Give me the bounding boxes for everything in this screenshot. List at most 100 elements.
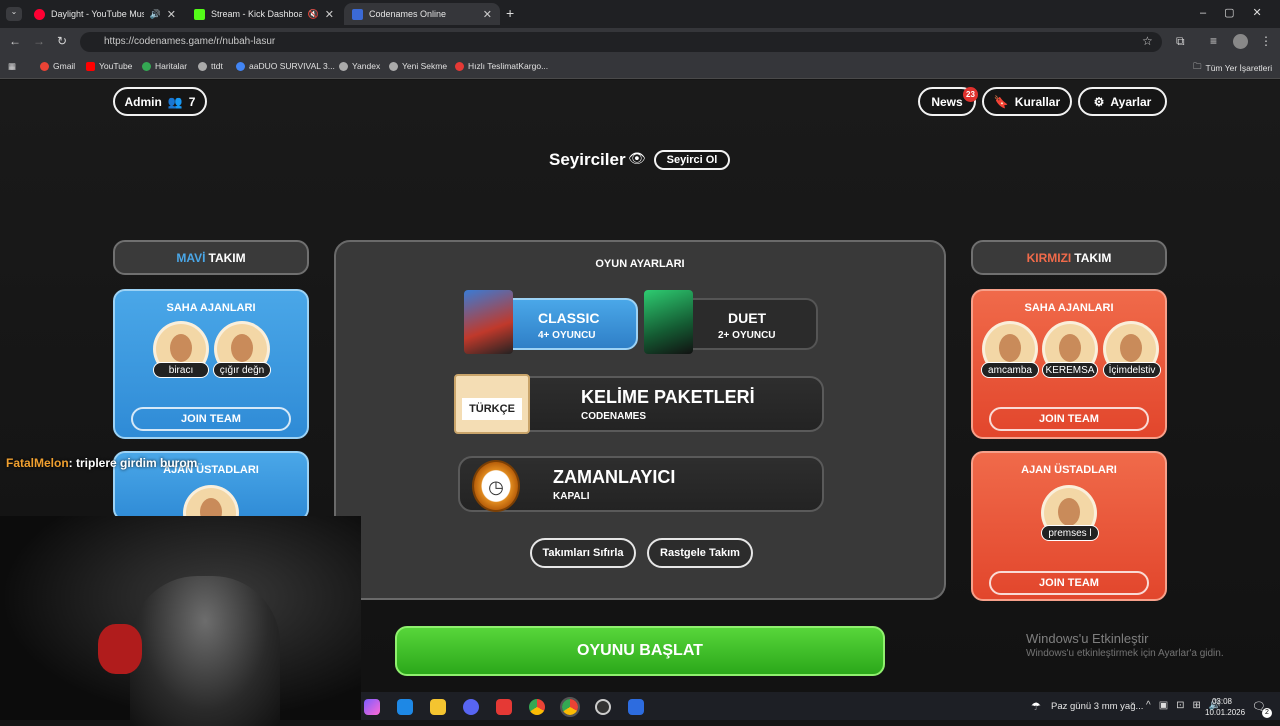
obs-icon[interactable] — [595, 699, 611, 715]
blue-field-agents-card: SAHA AJANLARI biracı çığır değn JOIN TEA… — [113, 289, 309, 439]
spectator-button-label: Seyirci Ol — [666, 154, 718, 166]
clock[interactable]: 03:08 10.01.2026 — [1205, 696, 1246, 718]
word-packs-button[interactable]: KELİME PAKETLERİ CODENAMES — [486, 376, 824, 432]
all-bookmarks[interactable]: 🗀 Tüm Yer İşaretleri — [1193, 61, 1272, 75]
spectators-title: Seyirciler — [549, 150, 626, 169]
game-settings-panel: OYUN AYARLARI CLASSIC 4+ OYUNCU DUET 2+ … — [334, 240, 946, 600]
forward-icon[interactable]: → — [33, 34, 45, 48]
mode-label: CLASSIC — [538, 310, 600, 326]
mail-icon[interactable] — [397, 699, 413, 715]
player-name: çığır değn — [213, 362, 271, 378]
app-icon[interactable] — [364, 699, 380, 715]
media-icon[interactable]: ≡ — [1210, 34, 1217, 48]
become-spectator-button[interactable]: Seyirci Ol — [654, 150, 730, 170]
app-icon[interactable] — [628, 699, 644, 715]
close-tab-icon[interactable]: ✕ — [483, 8, 492, 21]
random-teams-button[interactable]: Rastgele Takım — [647, 538, 753, 568]
team-word: TAKIM — [208, 250, 246, 265]
close-tab-icon[interactable]: ✕ — [325, 8, 334, 21]
tab-codenames[interactable]: Codenames Online ✕ — [344, 3, 500, 25]
settings-label: Ayarlar — [1110, 94, 1152, 109]
card-title: AJAN ÜSTADLARI — [1021, 464, 1117, 476]
settings-button[interactable]: ⚙ Ayarlar — [1078, 87, 1167, 116]
extensions-icon[interactable]: ⧉ — [1176, 34, 1185, 49]
weather-text[interactable]: Paz günü 3 mm yağ... — [1051, 701, 1143, 712]
wps-icon[interactable] — [496, 699, 512, 715]
weather-icon: ☂ — [1031, 701, 1041, 713]
cargo-icon — [455, 61, 464, 71]
stream-chat-message: FatalMelon: triplere girdim burom — [6, 456, 197, 470]
profile-avatar[interactable] — [1233, 34, 1248, 49]
bookmark-duo[interactable]: aaDUO SURVIVAL 3... — [236, 61, 335, 71]
globe-icon — [198, 61, 207, 71]
team-word: TAKIM — [1074, 250, 1112, 265]
back-icon[interactable]: ← — [9, 34, 21, 48]
red-chair — [98, 624, 142, 674]
classic-box-image — [464, 290, 513, 354]
player-name: premses l — [1041, 525, 1099, 541]
team-color-word: MAVİ — [176, 250, 206, 265]
chrome-icon[interactable] — [529, 699, 545, 715]
bookmark-label: aaDUO SURVIVAL 3... — [249, 61, 335, 71]
new-tab-icon[interactable]: + — [506, 5, 514, 21]
globe-icon — [339, 61, 348, 71]
url-field[interactable]: https://codenames.game/r/nubah-lasur — [80, 32, 1162, 52]
notification-badge: 2 — [1262, 708, 1272, 718]
youtube-music-icon — [34, 8, 45, 20]
timer-sub: KAPALI — [553, 491, 590, 502]
bookmark-label: Haritalar — [155, 61, 188, 71]
activation-title: Windows'u Etkinleştir — [1026, 631, 1149, 646]
site-icon — [236, 61, 245, 71]
bookmark-label: Gmail — [53, 61, 76, 71]
folder-icon[interactable] — [430, 699, 446, 715]
muted-speaker-icon[interactable]: 🔇 — [308, 9, 319, 20]
chrome-active-icon[interactable] — [560, 697, 580, 717]
clock-time: 03:08 — [1211, 697, 1233, 706]
team-color-word: KIRMIZI — [1026, 250, 1072, 265]
join-team-button[interactable]: JOIN TEAM — [989, 407, 1149, 431]
bookmark-ttdt[interactable]: ttdt — [198, 61, 223, 71]
codenames-icon — [352, 8, 363, 20]
close-tab-icon[interactable]: ✕ — [167, 8, 176, 21]
join-team-button[interactable]: JOIN TEAM — [131, 407, 291, 431]
reload-icon[interactable]: ↻ — [57, 34, 67, 48]
duet-box-image — [644, 290, 693, 354]
blue-team-header: MAVİ TAKIM — [113, 240, 309, 275]
start-game-button[interactable]: OYUNU BAŞLAT — [395, 626, 885, 676]
player-name: amcamba — [981, 362, 1039, 378]
player-name: biracı — [153, 362, 209, 378]
bookmark-maps[interactable]: Haritalar — [142, 61, 187, 71]
speaker-icon[interactable]: 🔊 — [150, 9, 161, 20]
tab-kick-dashboard[interactable]: Stream - Kick Dashboard 🔇 ✕ — [186, 3, 342, 25]
bookmark-gmail[interactable]: Gmail — [40, 61, 75, 71]
bookmark-label: Hızlı TeslimatKargo... — [468, 61, 549, 71]
admin-button[interactable]: Admin 👥 7 — [113, 87, 207, 116]
admin-label: Admin — [124, 94, 162, 109]
window-controls[interactable]: –▢✕ — [1200, 6, 1280, 19]
bookmark-icon: 🔖 — [993, 94, 1009, 109]
join-team-button[interactable]: JOIN TEAM — [989, 571, 1149, 595]
tab-youtube-music[interactable]: Daylight - YouTube Music 🔊 ✕ — [26, 3, 184, 25]
player-name: KEREMSA — [1042, 362, 1098, 378]
tab-search-icon[interactable]: ⌄ — [6, 7, 22, 21]
globe-icon — [389, 61, 398, 71]
bookmark-yandex[interactable]: Yandex — [339, 61, 380, 71]
bookmark-cargo[interactable]: Hızlı TeslimatKargo... — [455, 61, 548, 71]
bookmark-youtube[interactable]: YouTube — [86, 61, 132, 71]
webcam-overlay — [0, 516, 361, 726]
bookmark-star-icon[interactable]: ☆ — [1142, 34, 1153, 48]
clock-date: 10.01.2026 — [1205, 708, 1246, 717]
news-badge: 23 — [963, 87, 978, 102]
apps-icon[interactable]: ▦ — [8, 61, 16, 72]
url-text: https://codenames.game/r/nubah-lasur — [104, 36, 276, 47]
rules-label: Kurallar — [1014, 94, 1061, 109]
bookmark-new-tab[interactable]: Yeni Sekme — [389, 61, 447, 71]
reset-teams-button[interactable]: Takımları Sıfırla — [530, 538, 636, 568]
activation-subtitle: Windows'u etkinleştirmek için Ayarlar'a … — [1026, 648, 1224, 659]
discord-icon[interactable] — [463, 699, 479, 715]
rules-button[interactable]: 🔖 Kurallar — [982, 87, 1072, 116]
mode-sub: 2+ OYUNCU — [718, 330, 776, 341]
word-pack-label: KELİME PAKETLERİ — [581, 387, 755, 407]
menu-icon[interactable]: ⋮ — [1260, 34, 1272, 48]
red-team-header: KIRMIZI TAKIM — [971, 240, 1167, 275]
